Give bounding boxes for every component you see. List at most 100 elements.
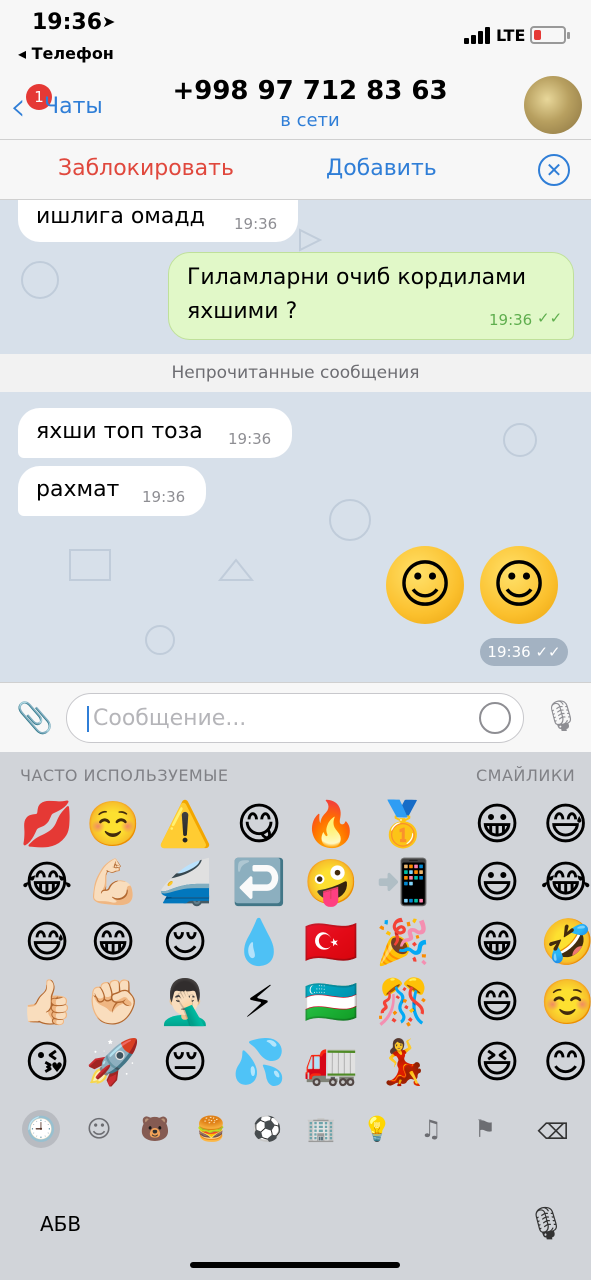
message-time: 19:36 <box>228 430 272 448</box>
message-text: ишлига омадд <box>36 204 205 229</box>
emoji-key[interactable]: 🎊 <box>374 974 432 1032</box>
sticker-emoji[interactable]: ☺ <box>480 546 558 624</box>
emoji-key[interactable]: ⚠️ <box>156 796 214 854</box>
emoji-key[interactable]: 😁 <box>468 914 526 972</box>
emoji-key[interactable]: ✊🏻 <box>84 974 142 1032</box>
text-caret <box>87 706 89 732</box>
emoji-key[interactable]: 💧 <box>230 914 288 972</box>
category-flags-icon[interactable]: ⚑ <box>466 1110 504 1148</box>
abc-switch-button[interactable]: АБВ <box>40 1212 81 1236</box>
emoji-key[interactable]: 💦 <box>230 1034 288 1092</box>
emoji-key[interactable]: 😆 <box>468 1034 526 1092</box>
message-bubble[interactable]: яхши топ тоза 19:36 <box>18 408 292 458</box>
emoji-key[interactable]: 😔 <box>156 1034 214 1092</box>
message-text: рахмат <box>36 477 120 502</box>
emoji-key[interactable]: 📲 <box>374 854 432 912</box>
category-smileys-icon[interactable]: ☺ <box>80 1110 118 1148</box>
emoji-key[interactable]: 😘 <box>18 1034 76 1092</box>
add-contact-button[interactable]: Добавить <box>326 156 437 181</box>
emoji-key[interactable]: 🇺🇿 <box>302 974 360 1032</box>
back-button[interactable]: ‹ 1 Чаты <box>10 80 120 130</box>
message-text-line2: яхшими ? <box>187 299 298 324</box>
emoji-key[interactable]: ↩️ <box>230 854 288 912</box>
battery-level <box>534 30 541 40</box>
close-icon[interactable]: ✕ <box>538 154 570 186</box>
emoji-key[interactable]: 😂 <box>18 854 76 912</box>
frequently-used-header: ЧАСТО ИСПОЛЬЗУЕМЫЕ <box>20 766 229 785</box>
emoji-key[interactable]: 👍🏻 <box>18 974 76 1032</box>
message-bubble[interactable]: ишлига омадд 19:36 <box>18 200 298 242</box>
category-symbols-icon[interactable]: ♫ <box>412 1110 450 1148</box>
emoji-key[interactable]: 🤪 <box>302 854 360 912</box>
read-checkmarks-icon: ✓✓ <box>537 309 563 327</box>
smileys-header: СМАЙЛИКИ <box>476 766 576 785</box>
emoji-key[interactable]: 😁 <box>84 914 142 972</box>
emoji-key[interactable]: 🚛 <box>302 1034 360 1092</box>
category-food-icon[interactable]: 🍔 <box>192 1110 230 1148</box>
chevron-left-icon: ‹ <box>10 84 26 130</box>
microphone-icon[interactable]: 🎙 <box>542 699 580 734</box>
message-bubble[interactable]: Гиламларни очиб кордилами яхшими ? 19:36… <box>168 252 574 340</box>
emoji-key[interactable]: 😊 <box>540 1034 591 1092</box>
composer: 📎 Сообщение... 🎙 <box>0 682 591 752</box>
unread-divider: Непрочитанные сообщения <box>0 354 591 392</box>
status-bar: 19:36 ➤ ◂ Телефон LTE <box>0 0 591 70</box>
emoji-key[interactable]: 🚀 <box>84 1034 142 1092</box>
emoji-key[interactable]: 😌 <box>156 914 214 972</box>
sticker-emoji[interactable]: ☺ <box>386 546 464 624</box>
message-input[interactable]: Сообщение... <box>66 693 524 743</box>
message-bubble[interactable]: рахмат 19:36 <box>18 466 206 516</box>
emoji-key[interactable]: ☺️ <box>540 974 591 1032</box>
message-time: 19:36 <box>489 311 533 329</box>
emoji-key[interactable]: 🤣 <box>540 914 591 972</box>
contact-actions-bar: Заблокировать Добавить ✕ <box>0 140 591 200</box>
message-text: яхши топ тоза <box>36 419 203 444</box>
chat-title[interactable]: +998 97 712 83 63 <box>120 76 500 106</box>
category-recent-icon[interactable]: 🕘 <box>22 1110 60 1148</box>
emoji-key[interactable]: 🤦🏻‍♂️ <box>156 974 214 1032</box>
category-activity-icon[interactable]: ⚽ <box>248 1110 286 1148</box>
battery-icon <box>530 26 566 44</box>
backspace-icon[interactable]: ⌫ <box>532 1120 574 1146</box>
emoji-key[interactable]: 😋 <box>230 796 288 854</box>
microphone-icon[interactable]: 🎙 <box>526 1204 567 1242</box>
emoji-key[interactable]: 😂 <box>540 854 591 912</box>
online-status: в сети <box>280 110 340 131</box>
emoji-key[interactable]: 💪🏻 <box>84 854 142 912</box>
paperclip-icon[interactable]: 📎 <box>16 701 53 736</box>
status-time: 19:36 <box>32 10 103 35</box>
emoji-key[interactable]: 🥇 <box>374 796 432 854</box>
emoji-key[interactable]: 😀 <box>468 796 526 854</box>
home-indicator <box>190 1262 400 1268</box>
category-animals-icon[interactable]: 🐻 <box>136 1110 174 1148</box>
emoji-category-bar: 🕘 ☺ 🐻 🍔 ⚽ 🏢 💡 ♫ ⚑ <box>0 1104 591 1154</box>
message-list[interactable]: ишлига омадд 19:36 Гиламларни очиб корди… <box>0 200 591 682</box>
emoji-key[interactable]: 😅 <box>540 796 591 854</box>
emoji-keyboard: ЧАСТО ИСПОЛЬЗУЕМЫЕ СМАЙЛИКИ 💋 ☺️ ⚠️ 😋 🔥 🥇 😂 💪🏻 🚄… <box>0 752 591 1280</box>
emoji-key[interactable]: 🇹🇷 <box>302 914 360 972</box>
emoji-key[interactable]: 💃 <box>374 1034 432 1092</box>
back-to-app-link[interactable]: ◂ Телефон <box>18 44 114 63</box>
emoji-key[interactable]: 🔥 <box>302 796 360 854</box>
message-time: 19:36 <box>142 488 186 506</box>
message-time: 19:36 <box>234 215 278 233</box>
block-button[interactable]: Заблокировать <box>58 156 234 181</box>
emoji-key[interactable]: 🎉 <box>374 914 432 972</box>
emoji-key[interactable]: 💋 <box>18 796 76 854</box>
message-time-pill: 19:36 ✓✓ <box>480 638 568 666</box>
category-travel-icon[interactable]: 🏢 <box>302 1110 340 1148</box>
emoji-key[interactable]: 😅 <box>18 914 76 972</box>
emoji-key[interactable]: ⚡ <box>230 974 288 1032</box>
emoji-key[interactable]: 🚄 <box>156 854 214 912</box>
avatar[interactable] <box>524 76 582 134</box>
emoji-key[interactable]: 😄 <box>468 974 526 1032</box>
emoji-key[interactable]: ☺️ <box>84 796 142 854</box>
back-label: Чаты <box>44 94 103 119</box>
message-text-line1: Гиламларни очиб кордилами <box>187 265 527 290</box>
emoji-key[interactable]: 😃 <box>468 854 526 912</box>
network-type: LTE <box>496 26 526 45</box>
category-objects-icon[interactable]: 💡 <box>358 1110 396 1148</box>
message-placeholder: Сообщение... <box>93 706 247 731</box>
chat-header: ‹ 1 Чаты +998 97 712 83 63 в сети <box>0 70 591 140</box>
sticker-icon[interactable] <box>479 702 511 734</box>
